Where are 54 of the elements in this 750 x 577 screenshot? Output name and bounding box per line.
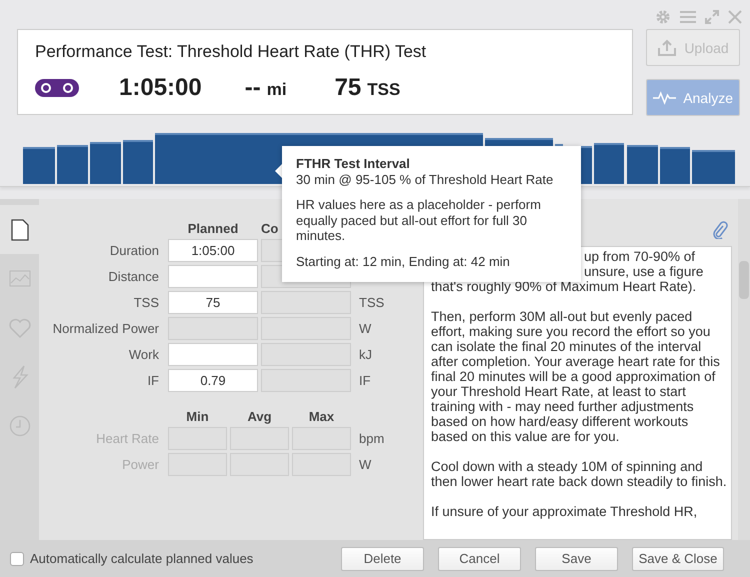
checkbox-label[interactable]: Automatically calculate planned values bbox=[30, 551, 254, 566]
planned-input-field[interactable]: 1:05:00 bbox=[168, 239, 258, 262]
tss-unit: TSS bbox=[367, 80, 400, 100]
unit-label: IF bbox=[358, 373, 372, 388]
document-tab[interactable] bbox=[0, 205, 39, 254]
tooltip-subtitle: 30 min @ 95-105 % of Threshold Heart Rate bbox=[296, 172, 554, 187]
clock-icon bbox=[8, 414, 30, 436]
field-label: Duration bbox=[108, 243, 160, 258]
planned-input-field[interactable]: 75 bbox=[168, 291, 258, 314]
heart-icon bbox=[8, 316, 32, 338]
expand-icon[interactable] bbox=[705, 10, 719, 24]
unit-label: W bbox=[358, 321, 372, 336]
settings-icon[interactable] bbox=[655, 9, 671, 25]
bike-chain-icon bbox=[35, 79, 79, 97]
duration-value: 1:05:00 bbox=[119, 74, 202, 102]
menu-icon[interactable] bbox=[680, 10, 696, 24]
checkbox[interactable] bbox=[10, 552, 24, 566]
tss-value: 75 bbox=[334, 74, 362, 102]
unit-label: TSS bbox=[358, 295, 386, 310]
footer-button[interactable]: Save & Close bbox=[632, 546, 724, 570]
unit-label: W bbox=[358, 457, 372, 472]
column-header: Avg bbox=[246, 409, 273, 424]
paperclip-icon[interactable] bbox=[712, 221, 728, 239]
field-label: Distance bbox=[107, 269, 160, 284]
distance-unit: mi bbox=[266, 80, 287, 100]
unit-label: kJ bbox=[358, 347, 373, 362]
field-label: TSS bbox=[132, 295, 160, 310]
column-header: Co bbox=[261, 221, 278, 236]
field-label: Normalized Power bbox=[52, 321, 160, 336]
close-icon[interactable] bbox=[728, 10, 742, 24]
planned-input-field[interactable]: 0.79 bbox=[168, 369, 258, 392]
scrollbar[interactable] bbox=[738, 199, 750, 540]
field-label: Work bbox=[128, 347, 160, 362]
workout-title: Performance Test: Threshold Heart Rate (THR) Test bbox=[35, 42, 428, 62]
planned-input-field[interactable] bbox=[168, 343, 258, 366]
tooltip-note: HR values here as a placeholder - perform equally paced but all-out effort for full 30 minutes. bbox=[296, 197, 542, 244]
tooltip-title: FTHR Test Interval bbox=[296, 156, 411, 171]
pulse-icon bbox=[653, 90, 676, 104]
distance-value: -- bbox=[244, 74, 261, 102]
footer-button[interactable]: Save bbox=[535, 546, 618, 570]
upload-icon bbox=[657, 38, 678, 56]
scrollbar-thumb[interactable] bbox=[739, 261, 749, 299]
chart-icon bbox=[8, 270, 30, 287]
planned-input-field[interactable] bbox=[168, 265, 258, 288]
unit-label: bpm bbox=[358, 431, 386, 446]
field-label: Heart Rate bbox=[95, 431, 160, 446]
document-icon bbox=[10, 218, 28, 240]
column-header: Planned bbox=[186, 221, 240, 236]
footer-button[interactable]: Cancel bbox=[438, 546, 521, 570]
column-header: Min bbox=[185, 409, 210, 424]
field-label: Power bbox=[121, 457, 160, 472]
field-label: IF bbox=[146, 373, 160, 388]
footer-button[interactable]: Delete bbox=[341, 546, 424, 570]
column-header: Max bbox=[308, 409, 336, 424]
